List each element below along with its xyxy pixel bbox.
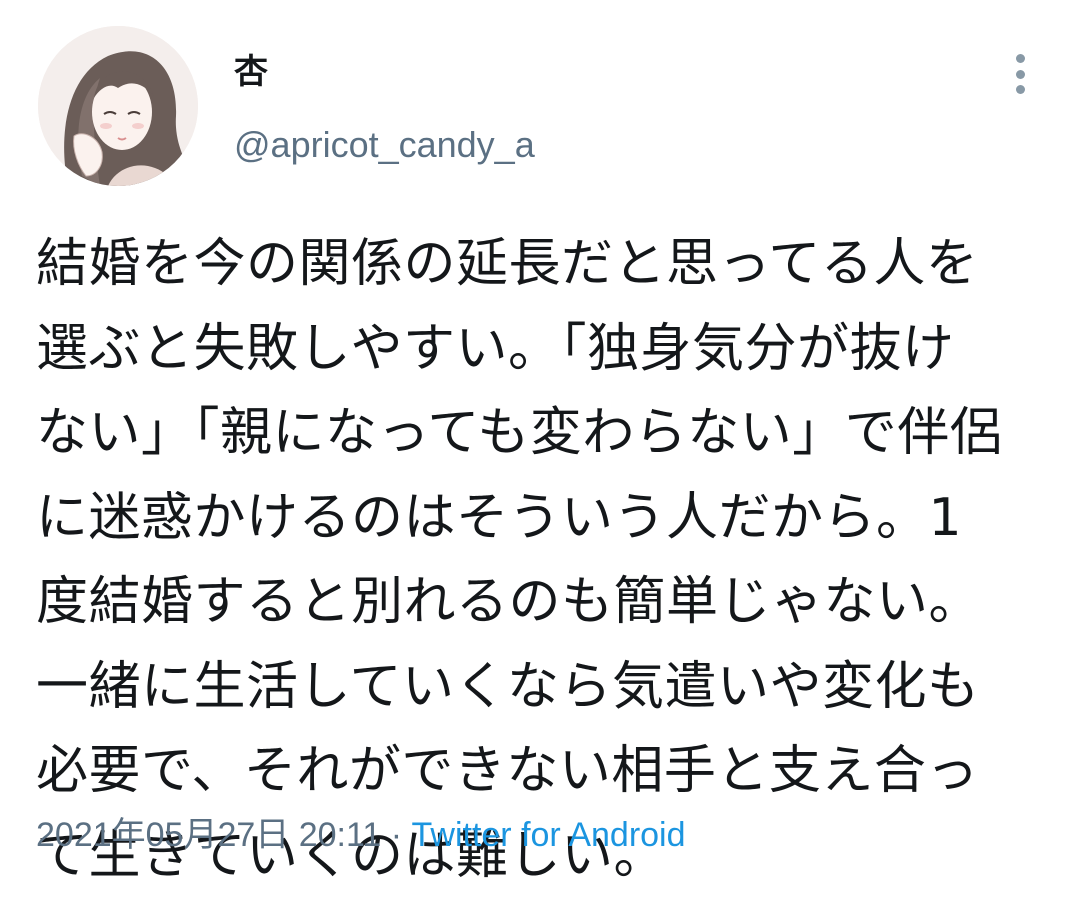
tweet-text-line: に迷惑かけるのはそういう人だから。1	[36, 476, 1056, 561]
meta-separator: ·	[381, 816, 411, 854]
tweet-timestamp[interactable]: 2021年05月27日 20:11	[36, 816, 381, 854]
vertical-ellipsis-icon	[1016, 70, 1025, 79]
user-handle[interactable]: @apricot_candy_a	[234, 122, 535, 168]
avatar-illustration	[38, 26, 198, 186]
avatar[interactable]	[38, 26, 198, 186]
tweet-text-line: 一緒に生活していくなら気遣いや変化も	[36, 645, 1056, 730]
tweet-text-line: 度結婚すると別れるのも簡単じゃない。	[36, 560, 1056, 645]
tweet-text-line: ない」「親になっても変わらない」で伴侶	[36, 391, 1056, 476]
vertical-ellipsis-icon	[1016, 54, 1025, 63]
tweet-source-link[interactable]: Twitter for Android	[412, 816, 686, 854]
tweet-meta: 2021年05月27日 20:11 · Twitter for Android	[36, 812, 686, 858]
vertical-ellipsis-icon	[1016, 85, 1025, 94]
tweet-detail: 杏 @apricot_candy_a 結婚を今の関係の延長だと思ってる人を 選ぶ…	[0, 0, 1080, 868]
more-options-button[interactable]	[996, 48, 1044, 100]
tweet-text-line: 選ぶと失敗しやすい。「独身気分が抜け	[36, 307, 1056, 392]
tweet-text: 結婚を今の関係の延長だと思ってる人を 選ぶと失敗しやすい。「独身気分が抜け ない…	[36, 222, 1056, 898]
tweet-text-line: 結婚を今の関係の延長だと思ってる人を	[36, 222, 1056, 307]
tweet-text-line: 必要で、それができない相手と支え合っ	[36, 729, 1056, 814]
display-name[interactable]: 杏	[234, 50, 268, 94]
